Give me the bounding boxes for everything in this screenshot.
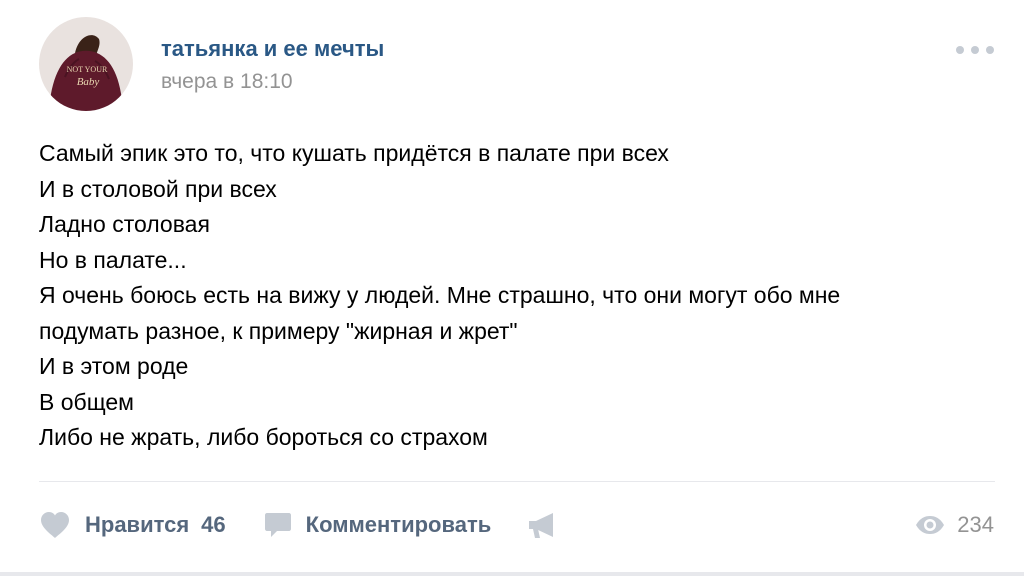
post-text-line: Я очень боюсь есть на вижу у людей. Мне … <box>39 282 841 308</box>
like-label: Нравится <box>85 512 190 537</box>
dot <box>956 46 964 54</box>
dot <box>971 46 979 54</box>
post-text-line: И в столовой при всех <box>39 175 277 202</box>
heart-icon <box>41 512 69 538</box>
post-text-line: Самый эпик это то, что кушать придётся в… <box>39 140 669 166</box>
post-text-line: Либо не жрать, либо бороться со страхом <box>39 424 488 450</box>
comment-label: Комментировать <box>305 512 492 537</box>
avatar-text-bottom: Baby <box>77 76 100 88</box>
post-text-line: Но в палате... <box>39 246 187 273</box>
views-count: 234 <box>957 512 994 537</box>
post-card: NOT YOUR Baby татьянка и ее мечты вчера … <box>0 0 1024 576</box>
post-text-line: Ладно столовая <box>39 211 210 237</box>
author-name[interactable]: татьянка и ее мечты <box>161 36 384 62</box>
more-dots-icon[interactable] <box>956 40 994 60</box>
dot <box>986 46 994 54</box>
post-text-line: И в этом роде <box>39 353 189 379</box>
like-button[interactable]: Нравится 46 <box>39 511 226 539</box>
views-counter: 234 <box>915 507 994 543</box>
card-bottom-border <box>0 572 1024 576</box>
post-text-line: В общем <box>39 388 134 415</box>
post-timestamp[interactable]: вчера в 18:10 <box>161 70 293 94</box>
megaphone-share-icon <box>529 513 554 538</box>
avatar-image: NOT YOUR Baby <box>39 17 133 111</box>
comment-bubble-icon <box>264 513 291 537</box>
comment-button[interactable]: Комментировать <box>264 511 492 539</box>
post-text-line: подумать разное, к примеру "жирная и жре… <box>39 317 518 344</box>
avatar[interactable]: NOT YOUR Baby <box>39 17 133 111</box>
like-count: 46 <box>201 512 226 537</box>
share-button[interactable] <box>527 511 557 539</box>
eye-icon <box>916 516 945 534</box>
avatar-text-top: NOT YOUR <box>67 65 108 74</box>
post-actions: Нравится 46 Комментировать <box>39 507 557 543</box>
divider <box>39 481 995 482</box>
post-text: Самый эпик это то, что кушать придётся в… <box>39 136 999 456</box>
